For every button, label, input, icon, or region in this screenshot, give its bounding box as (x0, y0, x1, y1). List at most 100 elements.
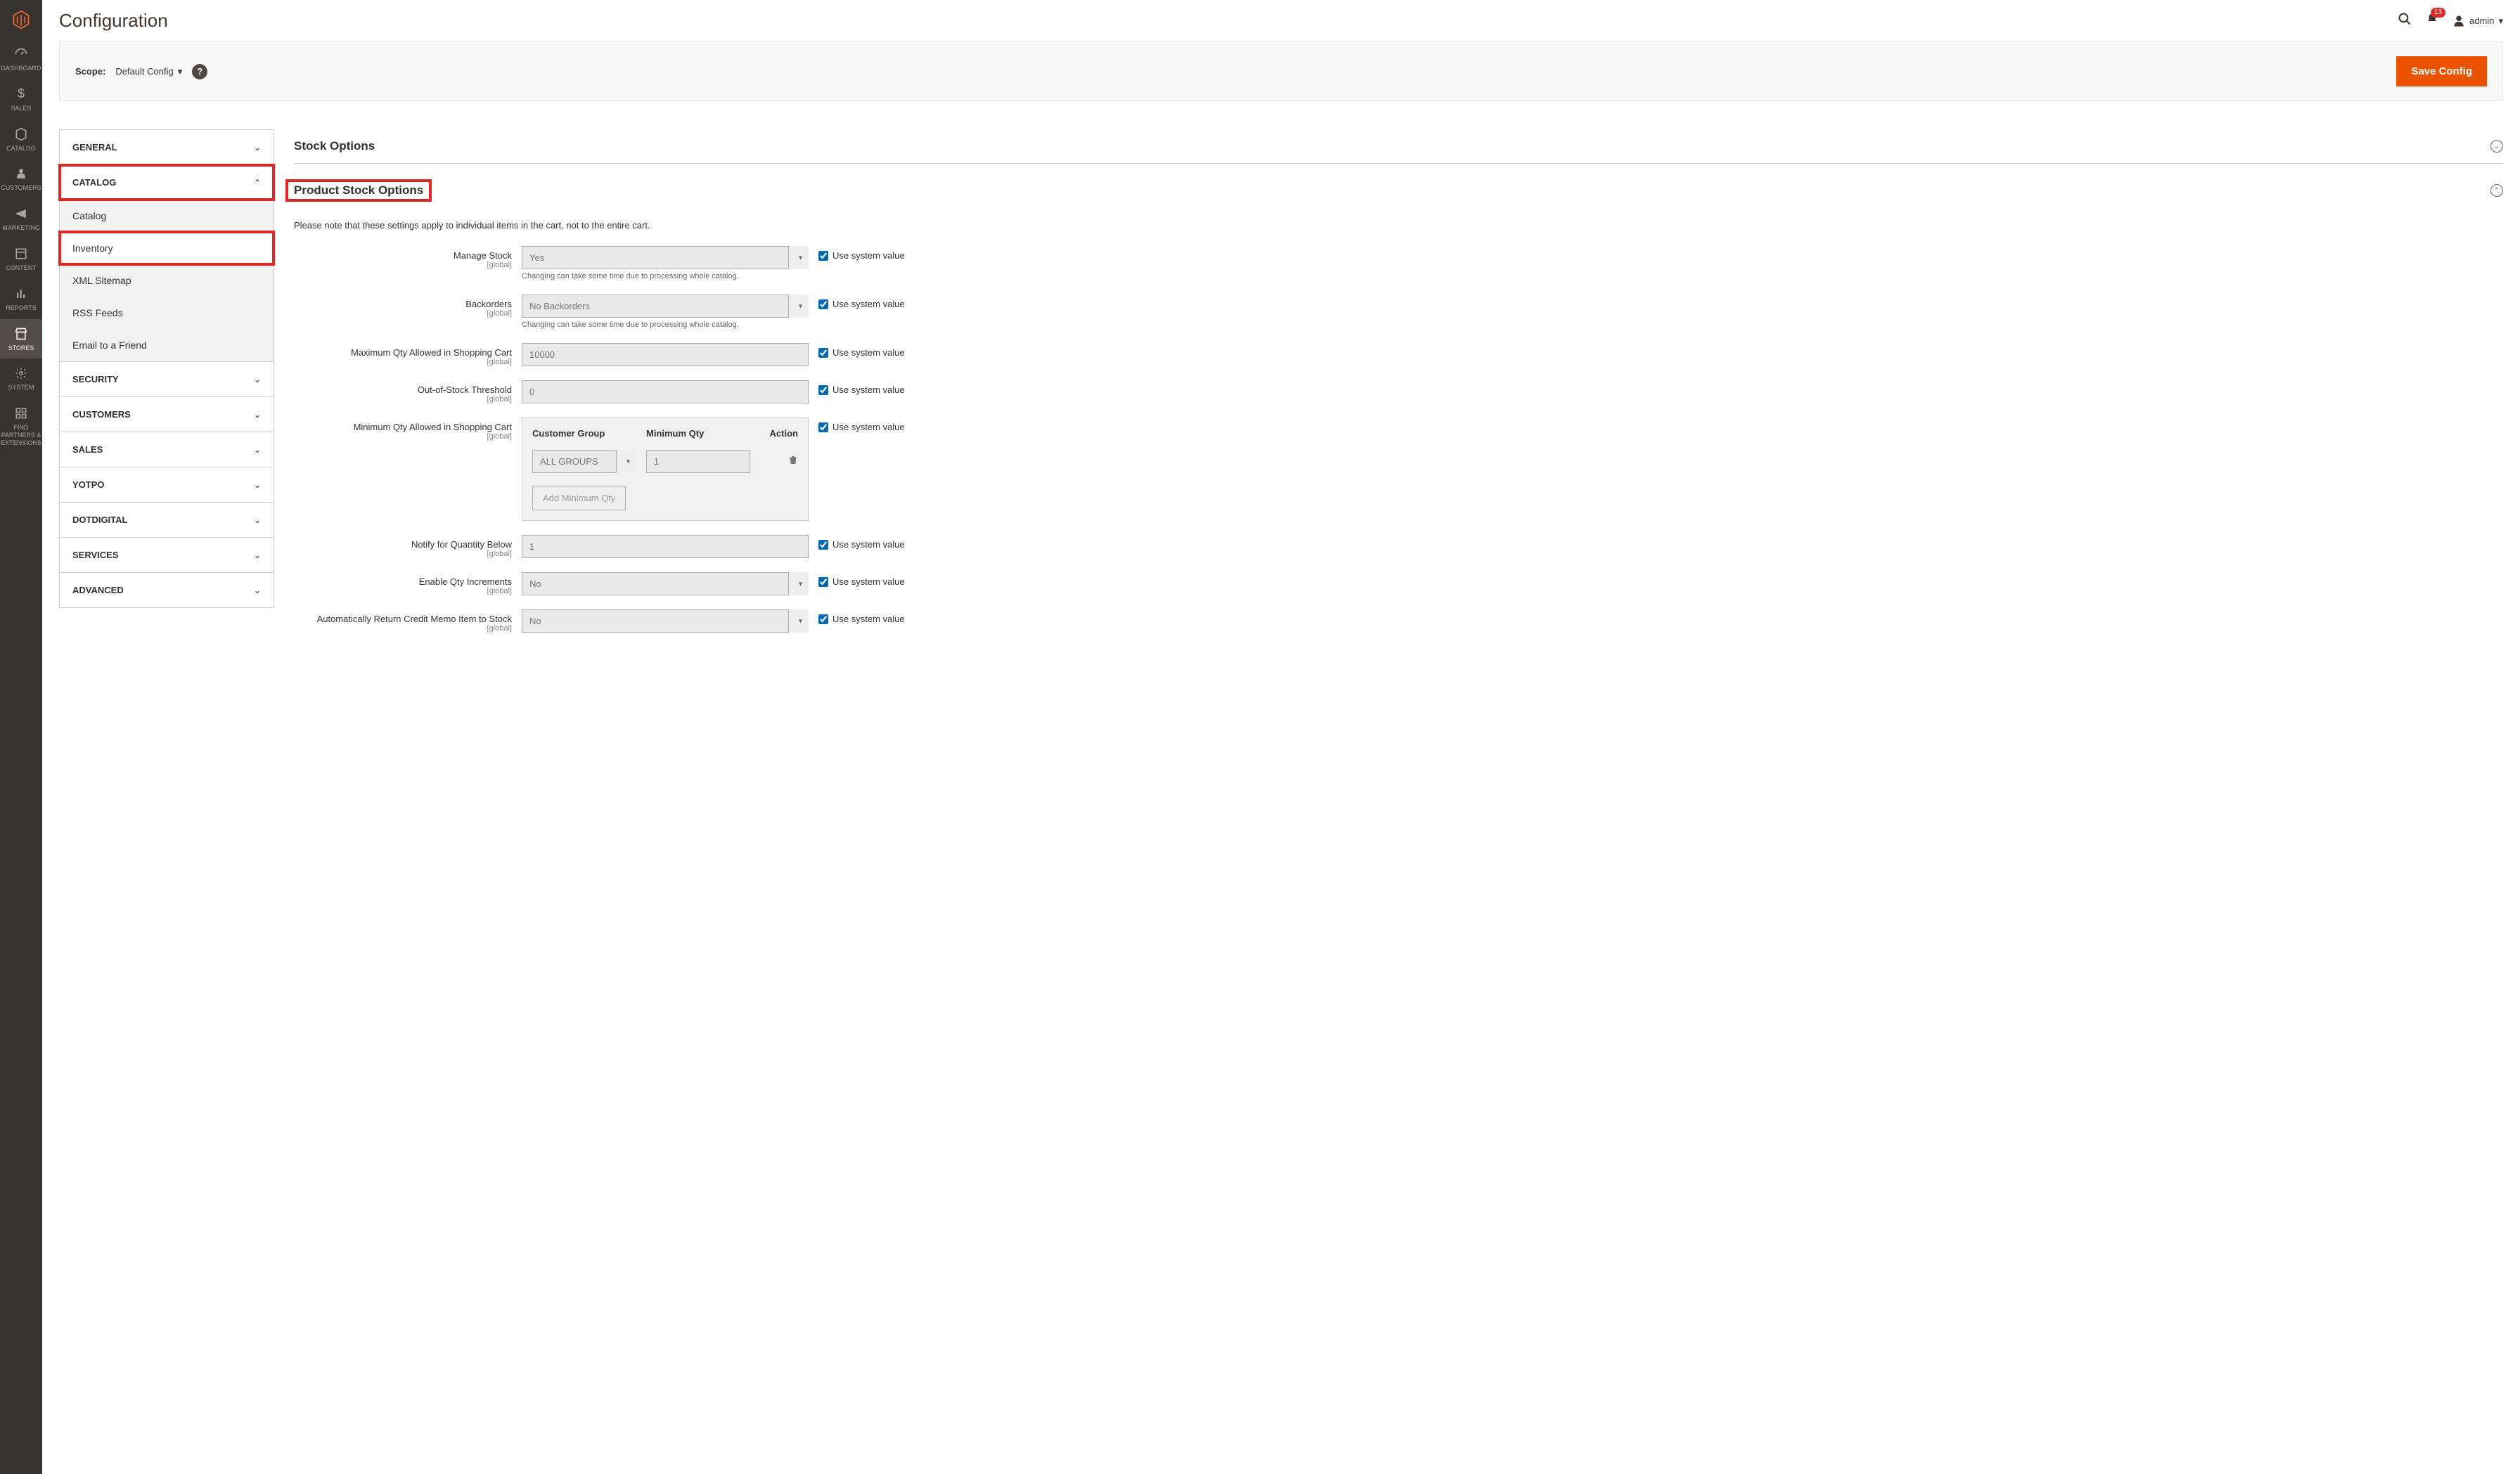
tab-item-catalog[interactable]: Catalog (60, 200, 274, 232)
use-system-checkbox[interactable]: Use system value (818, 535, 905, 550)
section-title: Product Stock Options (294, 183, 423, 198)
nav-sales[interactable]: $SALES (0, 79, 42, 119)
tab-general[interactable]: GENERAL⌄ (60, 130, 274, 164)
col-customer-group: Customer Group (532, 428, 636, 439)
use-system-checkbox[interactable]: Use system value (818, 418, 905, 432)
tab-item-inventory[interactable]: Inventory (60, 232, 274, 264)
config-tabs: GENERAL⌄ CATALOG⌃ Catalog Inventory XML … (59, 129, 274, 608)
field-backorders: Backorders[global] Changing can take som… (294, 295, 2503, 329)
field-hint: Changing can take some time due to proce… (522, 272, 809, 280)
tab-catalog[interactable]: CATALOG⌃ (60, 165, 274, 200)
field-auto-return: Automatically Return Credit Memo Item to… (294, 609, 2503, 633)
use-system-checkbox[interactable]: Use system value (818, 572, 905, 587)
catalog-icon (13, 127, 29, 142)
use-system-checkbox[interactable]: Use system value (818, 246, 905, 261)
chevron-up-icon: ⌃ (254, 178, 261, 188)
delete-icon[interactable] (788, 454, 798, 469)
chevron-down-icon: ▾ (178, 66, 183, 77)
search-icon[interactable] (2398, 12, 2412, 30)
nav-label: SYSTEM (8, 384, 34, 392)
notification-badge: 13 (2431, 8, 2445, 18)
tab-item-rss-feeds[interactable]: RSS Feeds (60, 297, 274, 329)
help-icon[interactable]: ? (192, 64, 207, 79)
dashboard-icon (13, 46, 29, 62)
page-header: Configuration 13 admin▾ (59, 0, 2503, 34)
config-content: Stock Options ⌄ Product Stock Options ⌃ … (294, 129, 2503, 647)
section-title: Stock Options (294, 139, 375, 153)
chevron-down-icon: ⌄ (254, 586, 261, 595)
field-max-qty: Maximum Qty Allowed in Shopping Cart[glo… (294, 343, 2503, 366)
chevron-down-icon: ⌄ (254, 480, 261, 490)
nav-system[interactable]: SYSTEM (0, 358, 42, 399)
section-product-stock-options[interactable]: Product Stock Options ⌃ (294, 171, 2503, 210)
chevron-down-icon: ⌄ (254, 515, 261, 525)
tab-services[interactable]: SERVICES⌄ (60, 538, 274, 572)
magento-logo[interactable] (0, 0, 42, 39)
enable-increments-select[interactable] (522, 572, 809, 595)
stores-icon (13, 326, 29, 342)
nav-label: MARKETING (2, 224, 40, 232)
chevron-down-icon: ⌄ (254, 375, 261, 384)
tab-dotdigital[interactable]: DOTDIGITAL⌄ (60, 503, 274, 537)
nav-label: STORES (8, 344, 34, 352)
min-qty-input[interactable] (646, 450, 750, 473)
oos-threshold-input[interactable] (522, 380, 809, 403)
nav-label: FIND PARTNERS & EXTENSIONS (1, 424, 41, 446)
customer-group-select[interactable] (532, 450, 636, 473)
use-system-checkbox[interactable]: Use system value (818, 343, 905, 358)
field-manage-stock: Manage Stock[global] Changing can take s… (294, 246, 2503, 280)
chevron-down-icon: ⌄ (254, 550, 261, 560)
customers-icon (13, 166, 29, 181)
content-icon (13, 246, 29, 261)
nav-label: REPORTS (6, 304, 36, 312)
scope-label: Scope: (75, 66, 105, 77)
admin-sidebar: DASHBOARD $SALES CATALOG CUSTOMERS MARKE… (0, 0, 42, 1474)
nav-marketing[interactable]: MARKETING (0, 199, 42, 239)
use-system-checkbox[interactable]: Use system value (818, 380, 905, 395)
system-icon (13, 366, 29, 381)
tab-advanced[interactable]: ADVANCED⌄ (60, 573, 274, 607)
max-qty-input[interactable] (522, 343, 809, 366)
col-action: Action (760, 428, 798, 439)
field-oos-threshold: Out-of-Stock Threshold[global] Use syste… (294, 380, 2503, 403)
nav-label: SALES (11, 105, 31, 112)
chevron-down-icon: ⌄ (254, 445, 261, 455)
tab-yotpo[interactable]: YOTPO⌄ (60, 467, 274, 502)
admin-user-menu[interactable]: admin ▾ (2452, 15, 2503, 27)
min-qty-table: Customer Group Minimum Qty Action Add Mi… (522, 418, 809, 521)
chevron-down-icon: ▾ (2498, 15, 2503, 27)
auto-return-select[interactable] (522, 609, 809, 633)
nav-customers[interactable]: CUSTOMERS (0, 159, 42, 199)
chevron-down-icon: ⌄ (254, 143, 261, 153)
use-system-checkbox[interactable]: Use system value (818, 295, 905, 309)
collapse-icon: ⌃ (2490, 184, 2503, 197)
save-config-button[interactable]: Save Config (2396, 56, 2487, 86)
notifications-icon[interactable]: 13 (2426, 13, 2438, 29)
use-system-checkbox[interactable]: Use system value (818, 609, 905, 624)
col-minimum-qty: Minimum Qty (646, 428, 750, 439)
scope-bar: Scope: Default Config ▾ ? Save Config (59, 41, 2503, 101)
tab-security[interactable]: SECURITY⌄ (60, 362, 274, 396)
tab-item-email-friend[interactable]: Email to a Friend (60, 329, 274, 361)
nav-partners[interactable]: FIND PARTNERS & EXTENSIONS (0, 399, 42, 453)
chevron-down-icon: ⌄ (254, 410, 261, 420)
tab-customers[interactable]: CUSTOMERS⌄ (60, 397, 274, 432)
nav-stores[interactable]: STORES (0, 319, 42, 359)
reports-icon (13, 286, 29, 302)
notify-below-input[interactable] (522, 535, 809, 558)
add-min-qty-button[interactable]: Add Minimum Qty (532, 486, 626, 510)
backorders-select[interactable] (522, 295, 809, 318)
section-stock-options[interactable]: Stock Options ⌄ (294, 129, 2503, 164)
manage-stock-select[interactable] (522, 246, 809, 269)
scope-selector[interactable]: Default Config ▾ (115, 66, 182, 77)
field-notify-below: Notify for Quantity Below[global] Use sy… (294, 535, 2503, 558)
nav-reports[interactable]: REPORTS (0, 279, 42, 319)
field-enable-increments: Enable Qty Increments[global] Use system… (294, 572, 2503, 595)
tab-sales[interactable]: SALES⌄ (60, 432, 274, 467)
admin-username: admin (2469, 15, 2494, 26)
nav-content[interactable]: CONTENT (0, 239, 42, 279)
nav-dashboard[interactable]: DASHBOARD (0, 39, 42, 79)
partners-icon (13, 406, 29, 421)
tab-item-xml-sitemap[interactable]: XML Sitemap (60, 264, 274, 297)
nav-catalog[interactable]: CATALOG (0, 119, 42, 160)
